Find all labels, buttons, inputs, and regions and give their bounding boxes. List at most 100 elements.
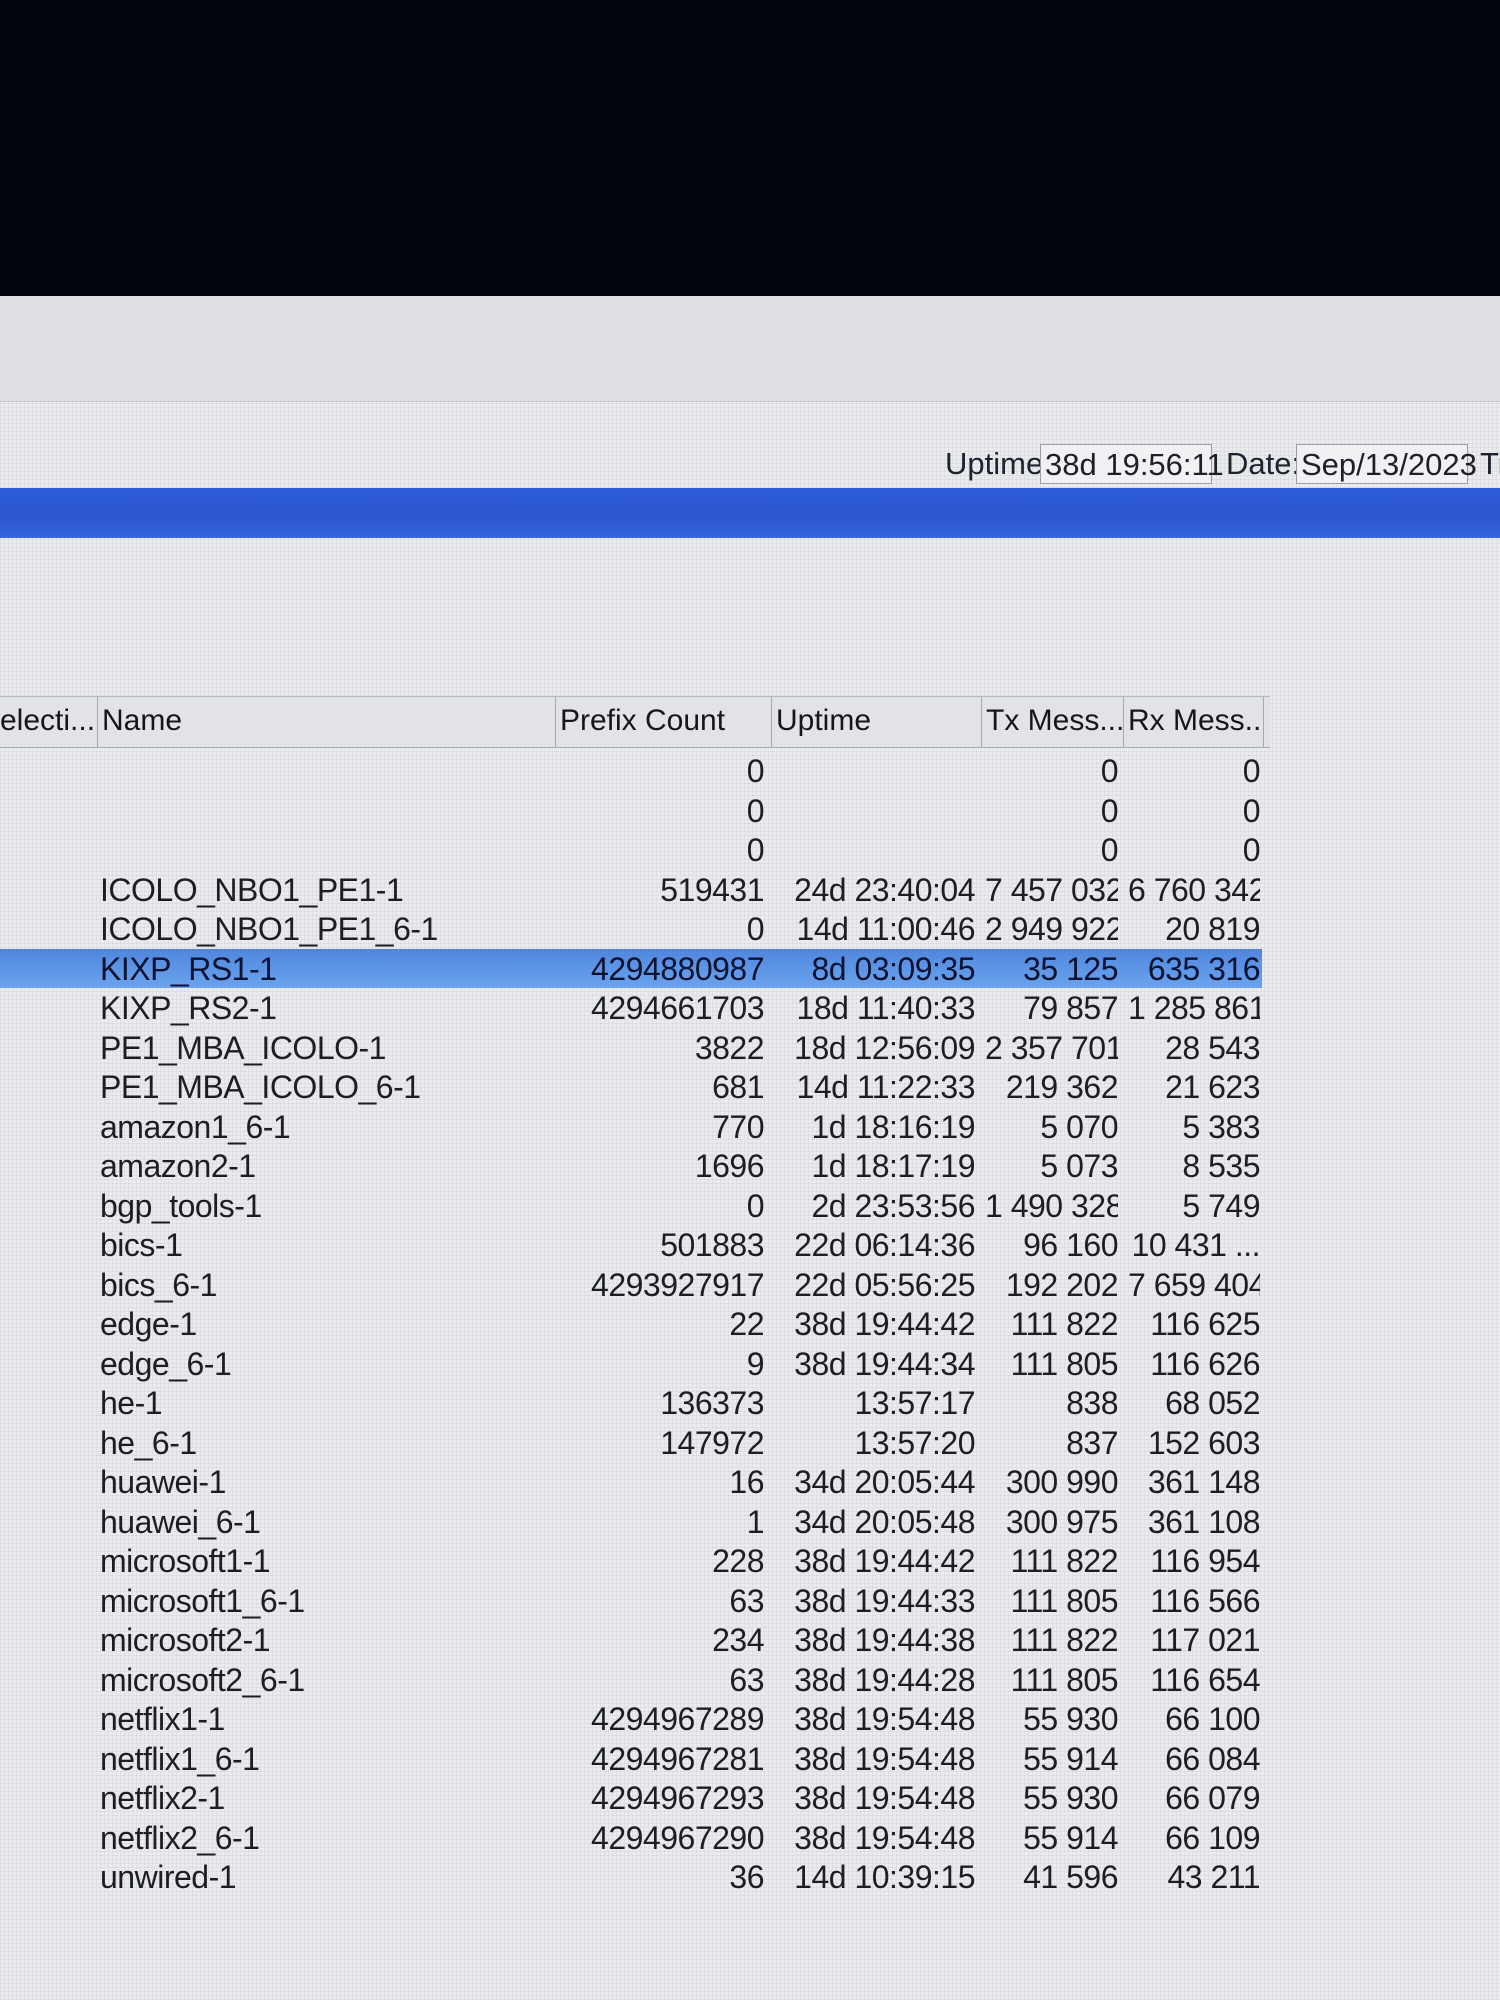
cell-tx-messages: 0 [1100,792,1118,829]
cell-prefix-count: 681 [712,1069,764,1105]
table-row[interactable]: netflix2_6-1 4294967290 38d 19:54:48 55 914… [0,1818,1270,1858]
cell-uptime: 14d 11:22:33 [796,1069,975,1105]
cell-uptime: 34d 20:05:44 [794,1464,975,1500]
cell-uptime: 13:57:17 [854,1385,975,1421]
cell-prefix-count: 1696 [694,1148,764,1184]
cell-rx-messages: 116 566 [1150,1582,1260,1619]
table-row[interactable]: PE1_MBA_ICOLO_6-1 681 14d 11:22:33 219 362 2… [0,1067,1270,1107]
table-row[interactable]: he-1 136373 13:57:17 838 68 052 [0,1383,1270,1423]
cell-rx-messages: 66 100 [1165,1701,1260,1737]
cell-prefix-count: 228 [712,1543,764,1579]
table-row[interactable]: microsoft1-1 228 38d 19:44:42 111 822 116 95… [0,1541,1270,1581]
cell-tx-messages: 55 914 [1023,1819,1118,1856]
cell-rx-messages: 10 431 ... [1131,1227,1260,1263]
table-row[interactable]: netflix1_6-1 4294967281 38d 19:54:48 55 914… [0,1739,1270,1779]
cell-rx-messages: 152 603 [1147,1424,1260,1461]
table-row[interactable]: 0 0 0 [0,830,1270,870]
cell-rx-messages: 116 625 [1150,1306,1260,1342]
table-row[interactable]: huawei_6-1 1 34d 20:05:48 300 975 361 108 [0,1502,1270,1542]
col-uptime-header[interactable]: Uptime [772,697,982,747]
cell-prefix-count: 9 [746,1345,764,1382]
table-row[interactable]: PE1_MBA_ICOLO-1 3822 18d 12:56:09 2 357 701… [0,1028,1270,1068]
cell-rx-messages: 116 654 [1150,1661,1260,1698]
uptime-value: 38d 19:56:11 [1040,444,1224,484]
cell-tx-messages: 111 822 [1010,1543,1118,1579]
cell-prefix-count: 4293927917 [591,1266,764,1303]
cell-prefix-count: 147972 [660,1424,764,1461]
cell-tx-messages: 35 125 [1023,950,1118,987]
cell-rx-messages: 8 535 [1182,1148,1260,1184]
cell-rx-messages: 5 749 [1182,1187,1260,1224]
table-row[interactable]: microsoft2-1 234 38d 19:44:38 111 822 117 02… [0,1620,1270,1660]
table-row[interactable]: microsoft1_6-1 63 38d 19:44:33 111 805 116 5… [0,1581,1270,1621]
cell-prefix-count: 4294880987 [591,950,764,987]
table-header: electi... Name ∕ Prefix Count Uptime Tx … [0,696,1270,748]
table-row[interactable]: 0 0 0 [0,751,1270,791]
table-row[interactable]: KIXP_RS2-1 4294661703 18d 11:40:33 79 857 1 … [0,988,1270,1028]
cell-rx-messages: 66 109 [1165,1819,1260,1856]
col-tx-messages-header[interactable]: Tx Mess... [982,697,1124,747]
cell-rx-messages: 21 623 [1165,1069,1260,1105]
cell-prefix-count: 519431 [660,871,764,908]
table-row[interactable]: unwired-1 36 14d 10:39:15 41 596 43 211 [0,1857,1270,1897]
table-row[interactable]: bgp_tools-1 0 2d 23:53:56 1 490 328 5 749 [0,1186,1270,1226]
table-row[interactable]: ICOLO_NBO1_PE1-1 519431 24d 23:40:04 7 457 … [0,870,1270,910]
col-name-label: Name [102,704,183,737]
table-row[interactable]: bics_6-1 4293927917 22d 05:56:25 192 202 7 6… [0,1265,1270,1305]
cell-tx-messages: 2 357 701 [985,1029,1118,1066]
table-row[interactable]: edge_6-1 9 38d 19:44:34 111 805 116 626 [0,1344,1270,1384]
cell-uptime [780,830,975,870]
cell-rx-messages: 361 108 [1147,1503,1260,1540]
uptime-label: Uptime: [945,446,1052,481]
col-selection-header[interactable]: electi... [0,697,98,747]
cell-rx-messages: 28 543 [1165,1029,1260,1066]
table-row[interactable]: netflix1-1 4294967289 38d 19:54:48 55 930 66… [0,1699,1270,1739]
cell-name: KIXP_RS1-1 [100,950,277,987]
table-row[interactable]: netflix2-1 4294967293 38d 19:54:48 55 930 66… [0,1778,1270,1818]
title-bar [0,488,1500,538]
cell-rx-messages: 20 819 [1165,911,1260,947]
cell-name: microsoft1_6-1 [100,1582,305,1619]
cell-prefix-count: 0 [746,753,764,789]
table-row[interactable]: huawei-1 16 34d 20:05:44 300 990 361 148 [0,1462,1270,1502]
cell-uptime: 38d 19:54:48 [794,1701,975,1737]
cell-prefix-count: 0 [746,792,764,829]
table-row[interactable]: bics-1 501883 22d 06:14:36 96 160 10 431 ... [0,1225,1270,1265]
table-row[interactable]: microsoft2_6-1 63 38d 19:44:28 111 805 116 6… [0,1660,1270,1700]
table-row[interactable]: he_6-1 147972 13:57:20 837 152 603 [0,1423,1270,1463]
cell-name: unwired-1 [100,1859,237,1895]
cell-prefix-count: 63 [729,1582,764,1619]
cell-prefix-count: 0 [746,1187,764,1224]
cell-name: KIXP_RS2-1 [100,990,277,1026]
table-row[interactable]: amazon2-1 1696 1d 18:17:19 5 073 8 535 [0,1146,1270,1186]
cell-rx-messages: 1 285 861 [1128,990,1260,1026]
table-row[interactable]: KIXP_RS1-1 4294880987 8d 03:09:35 35 125 635… [0,948,1262,988]
table-row[interactable]: 0 0 0 [0,791,1270,831]
table-row[interactable]: edge-1 22 38d 19:44:42 111 822 116 625 [0,1304,1270,1344]
cell-name: he-1 [100,1385,163,1421]
cell-uptime: 2d 23:53:56 [811,1187,975,1224]
cell-tx-messages: 55 930 [1023,1701,1118,1737]
cell-uptime: 13:57:20 [854,1424,975,1461]
col-rx-messages-header[interactable]: Rx Mess... [1124,697,1264,747]
cell-uptime: 22d 06:14:36 [794,1227,975,1263]
table-row[interactable]: ICOLO_NBO1_PE1_6-1 0 14d 11:00:46 2 949 922… [0,909,1270,949]
cell-name: huawei_6-1 [100,1503,261,1540]
cell-rx-messages: 43 211 [1167,1859,1261,1895]
cell-tx-messages: 111 805 [1010,1345,1118,1382]
col-prefix-count-header[interactable]: Prefix Count [556,697,772,747]
cell-uptime [780,791,975,831]
cell-rx-messages: 0 [1242,753,1260,789]
table-row[interactable]: amazon1_6-1 770 1d 18:16:19 5 070 5 383 [0,1107,1270,1147]
cell-name: edge_6-1 [100,1345,232,1382]
cell-name: bgp_tools-1 [100,1187,262,1224]
cell-tx-messages: 55 930 [1023,1780,1118,1816]
cell-prefix-count: 4294967293 [591,1780,764,1816]
cell-rx-messages: 5 383 [1182,1108,1260,1145]
col-name-header[interactable]: Name ∕ [98,697,556,747]
cell-name: PE1_MBA_ICOLO_6-1 [100,1069,421,1105]
monitor-bezel [0,0,1500,296]
cell-rx-messages: 361 148 [1147,1464,1260,1500]
cell-rx-messages: 635 316 [1147,950,1260,987]
cell-uptime: 38d 19:54:48 [794,1819,975,1856]
